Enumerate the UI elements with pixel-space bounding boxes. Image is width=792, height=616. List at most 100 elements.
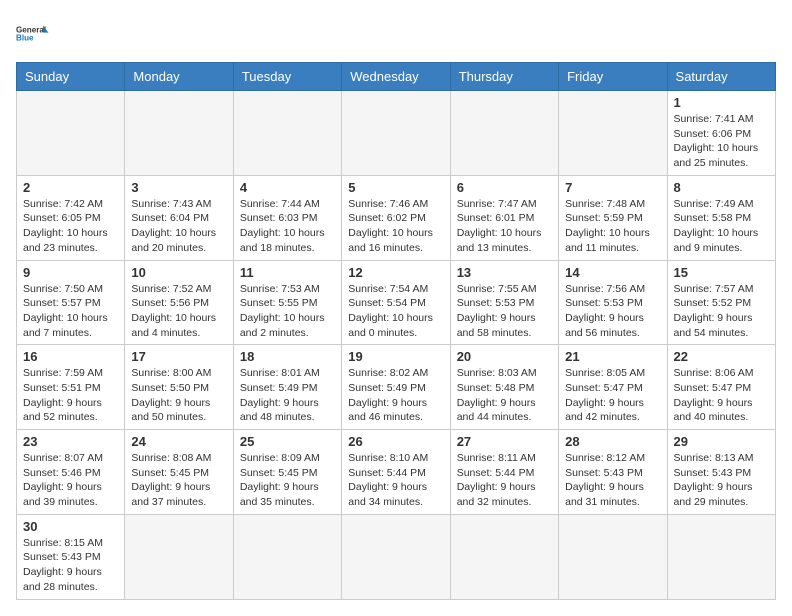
day-number: 13 bbox=[457, 265, 552, 280]
calendar-cell: 18 Sunrise: 8:01 AM Sunset: 5:49 PM Dayli… bbox=[233, 345, 341, 430]
calendar-cell: 28 Sunrise: 8:12 AM Sunset: 5:43 PM Dayli… bbox=[559, 430, 667, 515]
header: GeneralBlue bbox=[16, 16, 776, 52]
day-info: Sunrise: 7:59 AM Sunset: 5:51 PM Dayligh… bbox=[23, 366, 118, 425]
day-info: Sunrise: 8:00 AM Sunset: 5:50 PM Dayligh… bbox=[131, 366, 226, 425]
day-number: 5 bbox=[348, 180, 443, 195]
day-number: 27 bbox=[457, 434, 552, 449]
calendar-cell: 4 Sunrise: 7:44 AM Sunset: 6:03 PM Daylig… bbox=[233, 175, 341, 260]
day-header-monday: Monday bbox=[125, 63, 233, 91]
day-info: Sunrise: 7:57 AM Sunset: 5:52 PM Dayligh… bbox=[674, 282, 769, 341]
day-info: Sunrise: 7:41 AM Sunset: 6:06 PM Dayligh… bbox=[674, 112, 769, 171]
calendar-cell: 23 Sunrise: 8:07 AM Sunset: 5:46 PM Dayli… bbox=[17, 430, 125, 515]
day-info: Sunrise: 8:07 AM Sunset: 5:46 PM Dayligh… bbox=[23, 451, 118, 510]
calendar-cell: 27Sunrise: 8:11 AM Sunset: 5:44 PM Dayli… bbox=[450, 430, 558, 515]
day-header-wednesday: Wednesday bbox=[342, 63, 450, 91]
day-number: 2 bbox=[23, 180, 118, 195]
day-number: 7 bbox=[565, 180, 660, 195]
day-info: Sunrise: 8:06 AM Sunset: 5:47 PM Dayligh… bbox=[674, 366, 769, 425]
day-info: Sunrise: 7:50 AM Sunset: 5:57 PM Dayligh… bbox=[23, 282, 118, 341]
day-info: Sunrise: 8:01 AM Sunset: 5:49 PM Dayligh… bbox=[240, 366, 335, 425]
calendar-week-row: 30 Sunrise: 8:15 AM Sunset: 5:43 PM Dayli… bbox=[17, 514, 776, 599]
calendar-cell: 8 Sunrise: 7:49 AM Sunset: 5:58 PM Daylig… bbox=[667, 175, 775, 260]
day-number: 12 bbox=[348, 265, 443, 280]
day-number: 29 bbox=[674, 434, 769, 449]
day-header-sunday: Sunday bbox=[17, 63, 125, 91]
calendar-cell: 2 Sunrise: 7:42 AM Sunset: 6:05 PM Daylig… bbox=[17, 175, 125, 260]
day-info: Sunrise: 7:55 AM Sunset: 5:53 PM Dayligh… bbox=[457, 282, 552, 341]
day-number: 8 bbox=[674, 180, 769, 195]
calendar-cell bbox=[17, 91, 125, 176]
day-number: 20 bbox=[457, 349, 552, 364]
svg-text:Blue: Blue bbox=[16, 34, 34, 43]
day-info: Sunrise: 7:42 AM Sunset: 6:05 PM Dayligh… bbox=[23, 197, 118, 256]
calendar-cell: 14 Sunrise: 7:56 AM Sunset: 5:53 PM Dayli… bbox=[559, 260, 667, 345]
calendar-cell bbox=[450, 514, 558, 599]
day-number: 6 bbox=[457, 180, 552, 195]
calendar-cell: 3 Sunrise: 7:43 AM Sunset: 6:04 PM Daylig… bbox=[125, 175, 233, 260]
calendar-week-row: 2 Sunrise: 7:42 AM Sunset: 6:05 PM Daylig… bbox=[17, 175, 776, 260]
calendar-cell bbox=[125, 514, 233, 599]
calendar-cell: 10 Sunrise: 7:52 AM Sunset: 5:56 PM Dayli… bbox=[125, 260, 233, 345]
day-number: 4 bbox=[240, 180, 335, 195]
calendar-week-row: 1Sunrise: 7:41 AM Sunset: 6:06 PM Daylig… bbox=[17, 91, 776, 176]
day-info: Sunrise: 7:49 AM Sunset: 5:58 PM Dayligh… bbox=[674, 197, 769, 256]
day-number: 25 bbox=[240, 434, 335, 449]
calendar-cell: 21Sunrise: 8:05 AM Sunset: 5:47 PM Dayli… bbox=[559, 345, 667, 430]
calendar-cell: 25 Sunrise: 8:09 AM Sunset: 5:45 PM Dayli… bbox=[233, 430, 341, 515]
calendar-cell: 15 Sunrise: 7:57 AM Sunset: 5:52 PM Dayli… bbox=[667, 260, 775, 345]
day-number: 19 bbox=[348, 349, 443, 364]
svg-text:General: General bbox=[16, 26, 46, 35]
day-number: 17 bbox=[131, 349, 226, 364]
calendar-week-row: 23 Sunrise: 8:07 AM Sunset: 5:46 PM Dayli… bbox=[17, 430, 776, 515]
day-info: Sunrise: 7:47 AM Sunset: 6:01 PM Dayligh… bbox=[457, 197, 552, 256]
day-number: 24 bbox=[131, 434, 226, 449]
day-info: Sunrise: 8:13 AM Sunset: 5:43 PM Dayligh… bbox=[674, 451, 769, 510]
day-number: 22 bbox=[674, 349, 769, 364]
calendar-cell bbox=[233, 91, 341, 176]
day-info: Sunrise: 8:03 AM Sunset: 5:48 PM Dayligh… bbox=[457, 366, 552, 425]
calendar-cell: 16Sunrise: 7:59 AM Sunset: 5:51 PM Dayli… bbox=[17, 345, 125, 430]
day-header-friday: Friday bbox=[559, 63, 667, 91]
day-info: Sunrise: 7:48 AM Sunset: 5:59 PM Dayligh… bbox=[565, 197, 660, 256]
day-number: 26 bbox=[348, 434, 443, 449]
day-number: 11 bbox=[240, 265, 335, 280]
calendar: SundayMondayTuesdayWednesdayThursdayFrid… bbox=[16, 62, 776, 600]
day-number: 10 bbox=[131, 265, 226, 280]
day-info: Sunrise: 7:52 AM Sunset: 5:56 PM Dayligh… bbox=[131, 282, 226, 341]
day-number: 30 bbox=[23, 519, 118, 534]
day-number: 23 bbox=[23, 434, 118, 449]
day-number: 21 bbox=[565, 349, 660, 364]
day-number: 14 bbox=[565, 265, 660, 280]
calendar-cell bbox=[450, 91, 558, 176]
day-number: 9 bbox=[23, 265, 118, 280]
logo: GeneralBlue bbox=[16, 16, 52, 52]
calendar-cell: 5 Sunrise: 7:46 AM Sunset: 6:02 PM Daylig… bbox=[342, 175, 450, 260]
day-info: Sunrise: 8:12 AM Sunset: 5:43 PM Dayligh… bbox=[565, 451, 660, 510]
day-info: Sunrise: 7:43 AM Sunset: 6:04 PM Dayligh… bbox=[131, 197, 226, 256]
calendar-cell: 17 Sunrise: 8:00 AM Sunset: 5:50 PM Dayli… bbox=[125, 345, 233, 430]
day-info: Sunrise: 7:56 AM Sunset: 5:53 PM Dayligh… bbox=[565, 282, 660, 341]
calendar-cell: 12Sunrise: 7:54 AM Sunset: 5:54 PM Dayli… bbox=[342, 260, 450, 345]
calendar-cell: 22 Sunrise: 8:06 AM Sunset: 5:47 PM Dayli… bbox=[667, 345, 775, 430]
day-info: Sunrise: 7:46 AM Sunset: 6:02 PM Dayligh… bbox=[348, 197, 443, 256]
day-number: 28 bbox=[565, 434, 660, 449]
calendar-cell bbox=[559, 514, 667, 599]
calendar-cell: 29 Sunrise: 8:13 AM Sunset: 5:43 PM Dayli… bbox=[667, 430, 775, 515]
day-info: Sunrise: 7:44 AM Sunset: 6:03 PM Dayligh… bbox=[240, 197, 335, 256]
calendar-cell: 13 Sunrise: 7:55 AM Sunset: 5:53 PM Dayli… bbox=[450, 260, 558, 345]
day-header-tuesday: Tuesday bbox=[233, 63, 341, 91]
day-number: 18 bbox=[240, 349, 335, 364]
calendar-cell: 24Sunrise: 8:08 AM Sunset: 5:45 PM Dayli… bbox=[125, 430, 233, 515]
calendar-cell bbox=[342, 514, 450, 599]
calendar-cell: 7 Sunrise: 7:48 AM Sunset: 5:59 PM Daylig… bbox=[559, 175, 667, 260]
day-info: Sunrise: 8:09 AM Sunset: 5:45 PM Dayligh… bbox=[240, 451, 335, 510]
calendar-cell: 30 Sunrise: 8:15 AM Sunset: 5:43 PM Dayli… bbox=[17, 514, 125, 599]
calendar-header-row: SundayMondayTuesdayWednesdayThursdayFrid… bbox=[17, 63, 776, 91]
day-info: Sunrise: 8:10 AM Sunset: 5:44 PM Dayligh… bbox=[348, 451, 443, 510]
calendar-cell: 11Sunrise: 7:53 AM Sunset: 5:55 PM Dayli… bbox=[233, 260, 341, 345]
day-number: 3 bbox=[131, 180, 226, 195]
day-number: 15 bbox=[674, 265, 769, 280]
calendar-week-row: 16Sunrise: 7:59 AM Sunset: 5:51 PM Dayli… bbox=[17, 345, 776, 430]
day-info: Sunrise: 8:15 AM Sunset: 5:43 PM Dayligh… bbox=[23, 536, 118, 595]
calendar-cell: 1Sunrise: 7:41 AM Sunset: 6:06 PM Daylig… bbox=[667, 91, 775, 176]
